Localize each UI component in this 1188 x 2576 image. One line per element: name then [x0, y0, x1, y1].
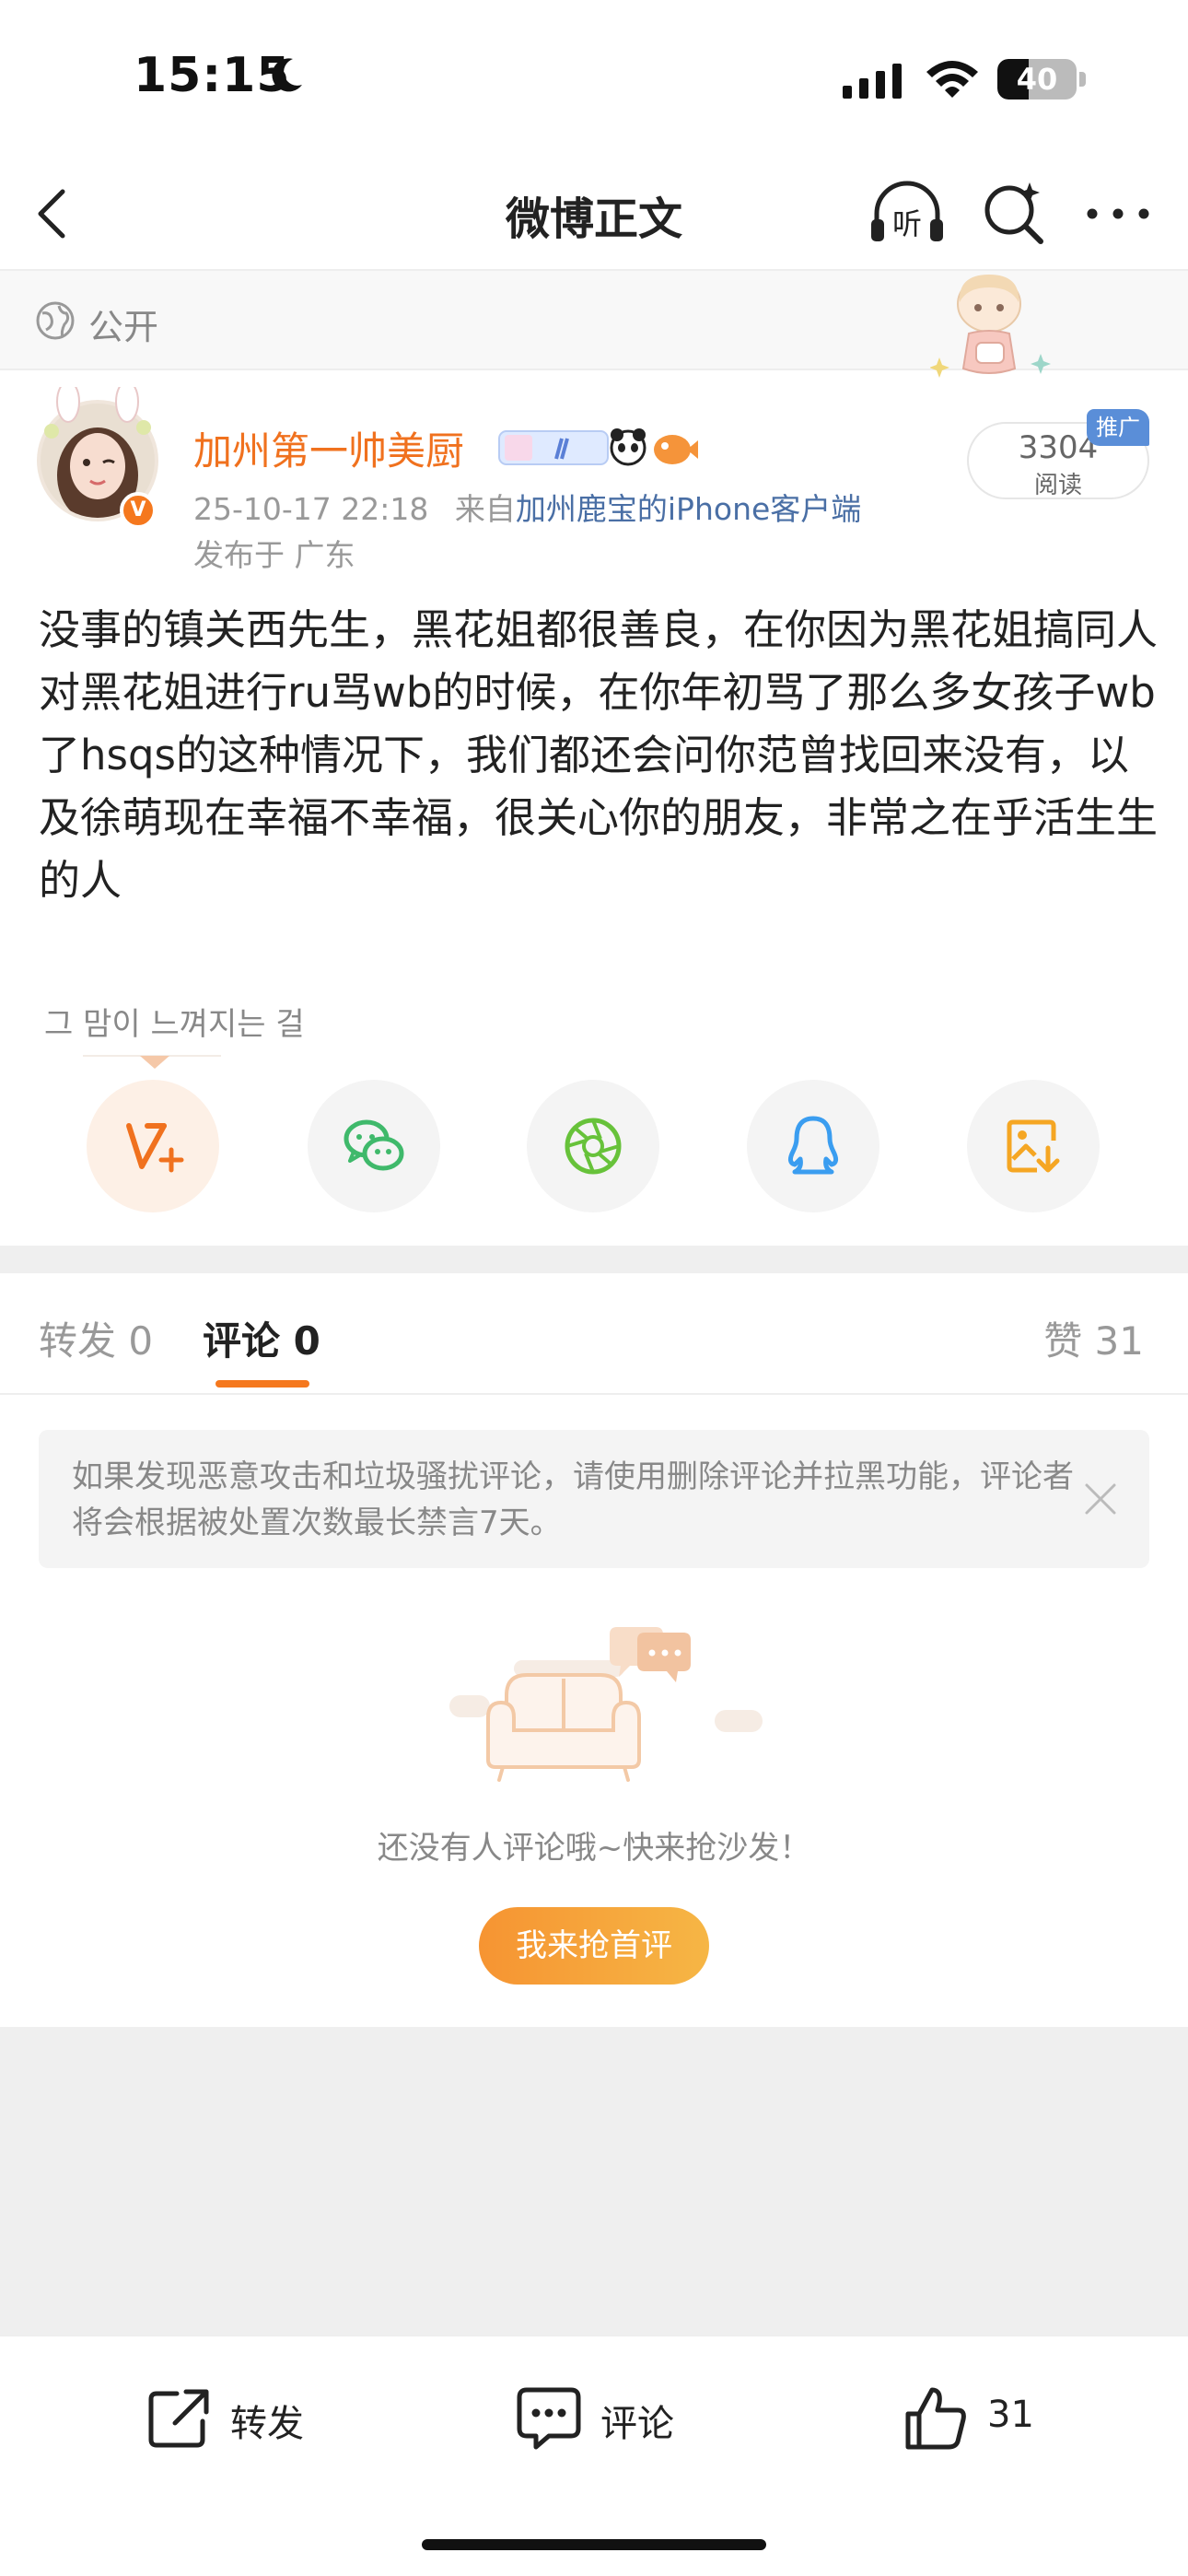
- post-source-link[interactable]: 加州鹿宝的iPhone客户端: [516, 491, 861, 527]
- post-timestamp: 25-10-17 22:18: [193, 491, 429, 527]
- more-icon[interactable]: [1083, 177, 1153, 251]
- wifi-icon: [926, 61, 978, 98]
- bottom-action-bar: 转发 评论 31: [0, 2335, 1188, 2576]
- empty-state-text: 还没有人评论哦~快来抢沙发！: [377, 1830, 811, 1867]
- repost-label: 转发: [230, 2403, 304, 2445]
- share-row: [0, 1080, 1188, 1218]
- wechat-icon: [344, 1119, 404, 1171]
- moments-icon: [565, 1118, 622, 1175]
- weibo-v-plus-icon: [126, 1123, 184, 1173]
- moon-icon: [272, 58, 302, 92]
- first-comment-button[interactable]: 我来抢首评: [479, 1907, 709, 1985]
- nav-bar: 微博正文 听: [0, 157, 1188, 271]
- section-divider: [0, 1246, 1188, 1273]
- battery-text: 40: [1016, 62, 1058, 97]
- caption-pointer: [140, 1056, 169, 1069]
- verified-badge-icon: V: [120, 492, 157, 529]
- home-indicator: [422, 2539, 766, 2550]
- like-count: 31: [987, 2394, 1034, 2436]
- signal-icon: [843, 64, 902, 99]
- battery-cap: [1079, 72, 1086, 87]
- save-image-icon: [1007, 1119, 1060, 1173]
- thumbs-up-icon: [905, 2387, 966, 2450]
- share-weibo-button[interactable]: [87, 1080, 219, 1212]
- mascot-sticker-icon: [930, 275, 1051, 378]
- share-save-image-button[interactable]: [967, 1080, 1100, 1212]
- notice-text: 如果发现恶意攻击和垃圾骚扰评论，请使用删除评论并拉黑功能，评论者将会根据被处置次…: [72, 1458, 1074, 1541]
- share-wechat-button[interactable]: [308, 1080, 440, 1212]
- empty-sofa-icon: [449, 1627, 763, 1782]
- listen-label: 听: [892, 206, 922, 241]
- post-meta: 25-10-17 22:18 来自加州鹿宝的iPhone客户端: [193, 485, 861, 529]
- tab-active-indicator: [215, 1380, 309, 1388]
- tab-likes[interactable]: 赞 31: [1043, 1310, 1144, 1366]
- share-arrow-icon: [148, 2389, 209, 2448]
- comment-notice: 如果发现恶意攻击和垃圾骚扰评论，请使用删除评论并拉黑功能，评论者将会根据被处置次…: [39, 1430, 1149, 1568]
- share-moments-button[interactable]: [527, 1080, 659, 1212]
- post-location: 发布于 广东: [193, 537, 355, 573]
- post-caption: 그 맘이 느껴지는 걸: [44, 1006, 305, 1043]
- comment-tabs: 转发 0 评论 0 赞 31: [0, 1273, 1188, 1395]
- source-prefix: 来自: [454, 491, 516, 527]
- tab-comments[interactable]: 评论 0: [203, 1310, 320, 1366]
- username[interactable]: 加州第一帅美厨: [193, 420, 464, 476]
- comment-button[interactable]: 评论: [514, 2373, 698, 2456]
- promo-tag[interactable]: 推广: [1087, 409, 1149, 446]
- search-icon[interactable]: [978, 177, 1052, 251]
- read-label: 阅读: [1033, 472, 1082, 499]
- listen-icon[interactable]: 听: [866, 177, 949, 251]
- tab-repost[interactable]: 转发 0: [39, 1310, 153, 1366]
- qq-icon: [787, 1116, 839, 1175]
- comment-bubble-icon: [517, 2387, 581, 2450]
- battery-body: 40: [997, 59, 1077, 100]
- visibility-label: 公开: [88, 307, 159, 347]
- share-qq-button[interactable]: [747, 1080, 879, 1212]
- user-badges-icon[interactable]: [497, 422, 700, 474]
- post-text: 没事的镇关西先生，黑花姐都很善良，在你因为黑花姐搞同人对黑花姐进行ru骂wb的时…: [39, 605, 1159, 905]
- close-icon[interactable]: [1079, 1478, 1122, 1520]
- globe-icon: [36, 301, 75, 340]
- empty-gray-area: [0, 2027, 1188, 2335]
- like-button[interactable]: 31: [901, 2373, 1085, 2456]
- comment-label: 评论: [600, 2403, 674, 2445]
- status-bar: 15:15 40: [0, 0, 1188, 157]
- repost-button[interactable]: 转发: [144, 2373, 328, 2456]
- battery-indicator: 40: [997, 59, 1086, 100]
